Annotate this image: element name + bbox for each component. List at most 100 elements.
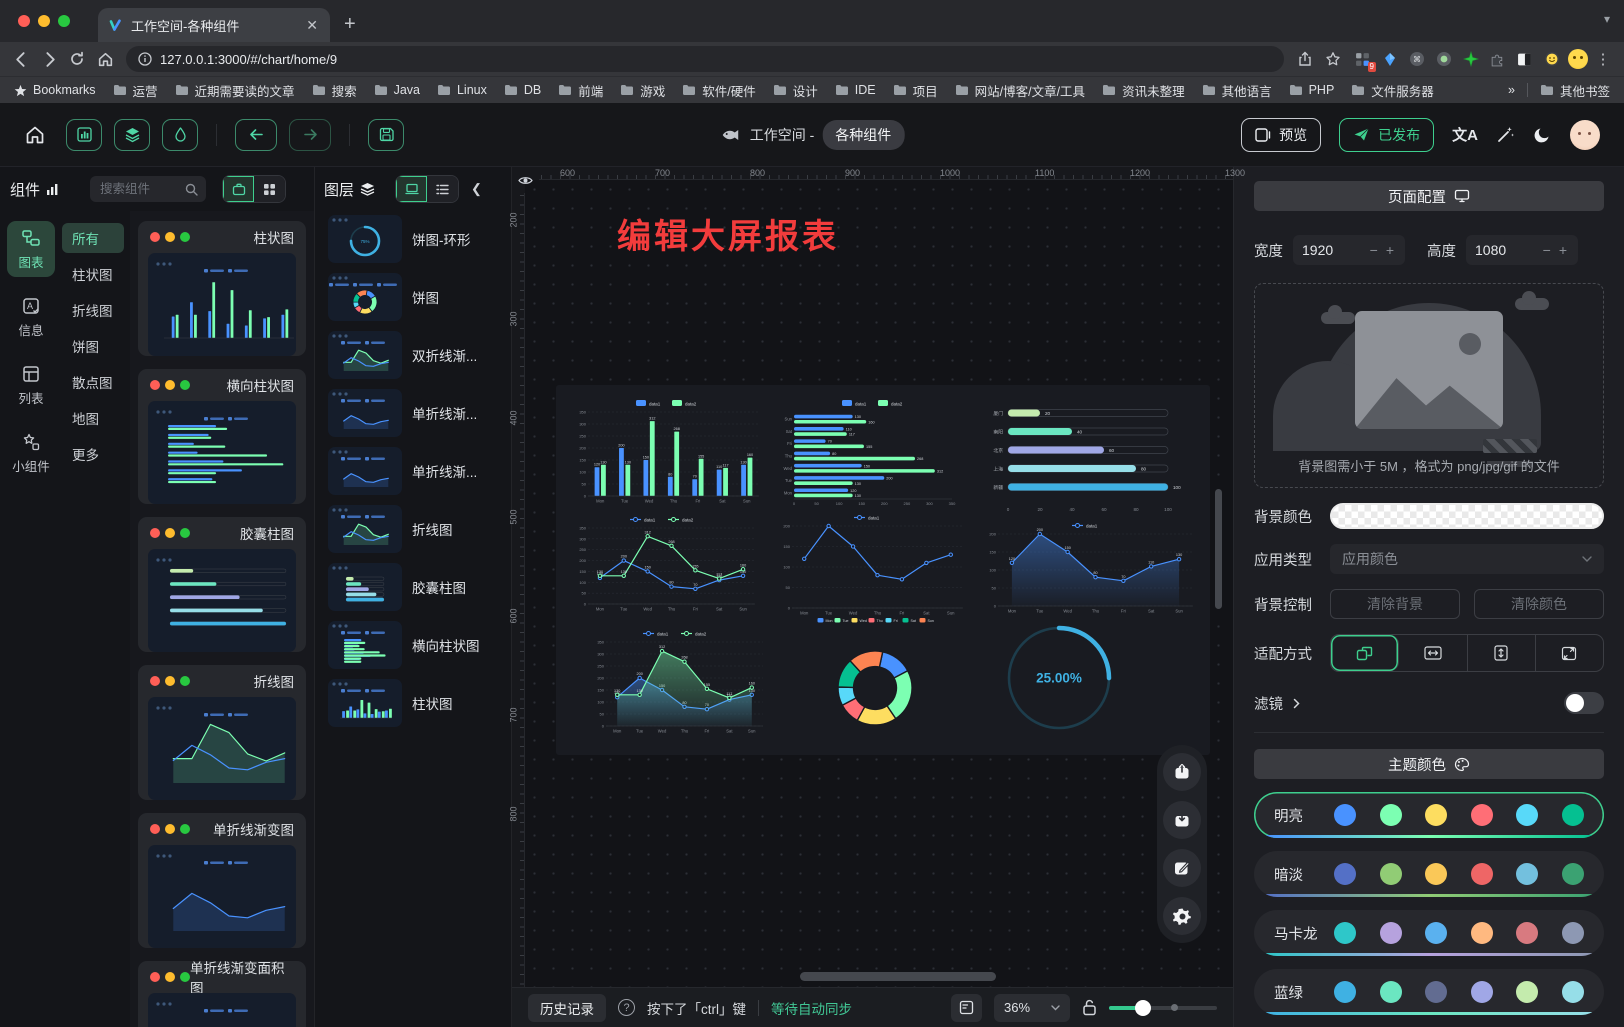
bg-color-swatch[interactable]	[1330, 503, 1604, 529]
toggle-layers-panel-button[interactable]	[114, 119, 150, 151]
extension-record-icon[interactable]	[1435, 51, 1452, 68]
fit-scale-option[interactable]	[1331, 635, 1399, 671]
extension-grid-icon[interactable]: 9	[1354, 51, 1371, 68]
bar-chart[interactable]: data1data2050100150200250300350120130Mon…	[570, 397, 762, 509]
app-home-icon[interactable]	[24, 124, 46, 146]
rail-item-list[interactable]: 列表	[7, 357, 55, 413]
rail-item-widget[interactable]: 小组件	[7, 425, 55, 481]
minimize-window-button[interactable]	[38, 15, 50, 27]
redo-button[interactable]	[289, 119, 331, 151]
theme-color-header[interactable]: 主题颜色	[1254, 749, 1604, 779]
thumbnail-view-toggle[interactable]	[396, 176, 427, 202]
rail-item-chart[interactable]: 图表	[7, 221, 55, 277]
double-line-chart[interactable]: data1data2050100150200250300350120200150…	[570, 513, 762, 617]
export-button[interactable]	[1163, 753, 1201, 791]
bookmark-folder[interactable]: 网站/博客/文章/工具	[955, 81, 1085, 100]
component-card[interactable]: 柱状图	[138, 221, 306, 356]
width-stepper[interactable]: 1920 − +	[1293, 235, 1405, 265]
theme-row-暗淡[interactable]: 暗淡	[1254, 851, 1604, 897]
import-button[interactable]	[1163, 801, 1201, 839]
bookmark-folder[interactable]: IDE	[835, 83, 876, 97]
layer-item[interactable]: 双折线渐...	[324, 327, 502, 383]
bookmark-folder[interactable]: Java	[374, 83, 420, 97]
extension-star-icon[interactable]	[1462, 51, 1479, 68]
increase-icon[interactable]: +	[1557, 242, 1569, 258]
extension-pin-icon[interactable]	[1381, 51, 1398, 68]
bookmark-folder[interactable]: 前端	[558, 81, 603, 100]
bookmark-folder[interactable]: 近期需要读的文章	[175, 81, 295, 100]
workspace-name-pill[interactable]: 各种组件	[822, 120, 904, 150]
search-input[interactable]	[98, 181, 179, 197]
progress-ring-chart[interactable]: 25.00%	[986, 611, 1132, 741]
settings-gear-icon[interactable]	[1163, 897, 1201, 935]
extension-panel-icon[interactable]	[1516, 51, 1533, 68]
maximize-window-button[interactable]	[58, 15, 70, 27]
background-upload-dropzone[interactable]: 背景图需小于 5M ，格式为 png/jpg/gif 的文件	[1254, 283, 1604, 488]
layer-item[interactable]: 75% 饼图-环形	[324, 211, 502, 267]
preview-button[interactable]: 预览	[1241, 118, 1321, 152]
bookmark-folder[interactable]: 文件服务器	[1351, 81, 1434, 100]
clear-color-button[interactable]: 清除颜色	[1474, 589, 1604, 619]
bookmark-folder[interactable]: 运营	[113, 81, 158, 100]
vertical-scrollbar[interactable]	[1215, 489, 1222, 609]
fit-stretch-option[interactable]	[1536, 635, 1603, 671]
horizontal-scrollbar[interactable]	[800, 972, 996, 981]
single-view-toggle[interactable]	[223, 176, 254, 202]
bookmarks-root[interactable]: Bookmarks	[14, 83, 96, 97]
page-config-header[interactable]: 页面配置	[1254, 181, 1604, 211]
height-stepper[interactable]: 1080 − +	[1466, 235, 1578, 265]
capsule-bar-chart[interactable]: 厦门20南阳40北京60上海80新疆100020406080100	[980, 399, 1200, 515]
bookmarks-overflow-chevron[interactable]: »	[1508, 83, 1515, 97]
decrease-icon[interactable]: −	[1368, 242, 1380, 258]
layer-item[interactable]: 单折线渐...	[324, 443, 502, 499]
layer-item[interactable]: 折线图	[324, 501, 502, 557]
close-window-button[interactable]	[18, 15, 30, 27]
bookmark-folder[interactable]: 搜索	[312, 81, 357, 100]
bookmark-folder[interactable]: 其他语言	[1202, 81, 1272, 100]
theme-row-明亮[interactable]: 明亮	[1254, 792, 1604, 838]
toggle-components-panel-button[interactable]	[66, 119, 102, 151]
browser-profile-avatar[interactable]	[1568, 49, 1588, 69]
collapse-layers-chevron-icon[interactable]: ❮	[471, 181, 482, 197]
fit-width-option[interactable]	[1399, 635, 1467, 671]
category-item[interactable]: 饼图	[62, 331, 124, 361]
bookmark-folder[interactable]: Linux	[437, 83, 487, 97]
tab-close-icon[interactable]: ✕	[304, 17, 320, 34]
share-icon[interactable]	[1292, 46, 1318, 72]
magic-wand-icon[interactable]	[1496, 125, 1515, 144]
component-card[interactable]: 单折线渐变面积图	[138, 961, 306, 1027]
canvas-workspace[interactable]: 6007008009001000110012001300 20030040050…	[512, 167, 1233, 1027]
filter-label[interactable]: 滤镜	[1254, 693, 1300, 714]
category-item[interactable]: 更多	[62, 439, 124, 469]
component-search-box[interactable]	[90, 176, 206, 202]
zoom-select[interactable]: 36%	[994, 994, 1070, 1022]
extension-smiley-icon[interactable]	[1543, 51, 1560, 68]
tab-search-chevron-icon[interactable]: ▾	[1604, 12, 1610, 26]
donut-pie-chart[interactable]: MonTueWedThuFriSatSun	[800, 613, 950, 747]
category-item[interactable]: 地图	[62, 403, 124, 433]
category-item[interactable]: 散点图	[62, 367, 124, 397]
lock-icon[interactable]	[1082, 999, 1097, 1016]
component-card[interactable]: 胶囊柱图	[138, 517, 306, 652]
component-card[interactable]: 折线图	[138, 665, 306, 800]
user-avatar[interactable]	[1570, 120, 1600, 150]
language-switch-icon[interactable]: 文A	[1452, 124, 1478, 145]
new-tab-button[interactable]: +	[344, 13, 356, 36]
clear-background-button[interactable]: 清除背景	[1330, 589, 1460, 619]
bookmark-folder[interactable]: 设计	[773, 81, 818, 100]
dashboard-preview[interactable]: data1data2050100150200250300350120130Mon…	[556, 385, 1210, 755]
history-button[interactable]: 历史记录	[528, 994, 606, 1022]
browser-tab[interactable]: 工作空间-各种组件 ✕	[98, 8, 330, 42]
dark-mode-moon-icon[interactable]	[1533, 125, 1552, 144]
grid-view-toggle[interactable]	[254, 176, 285, 202]
theme-row-蓝绿[interactable]: 蓝绿	[1254, 969, 1604, 1015]
category-item[interactable]: 柱状图	[62, 259, 124, 289]
single-line-chart[interactable]: data1050100150200MonTueWedThuFriSatSun	[774, 511, 970, 621]
bookmark-folder[interactable]: DB	[504, 83, 541, 97]
bookmark-star-icon[interactable]	[1320, 46, 1346, 72]
browser-back-icon[interactable]	[8, 46, 34, 72]
browser-forward-icon[interactable]	[36, 46, 62, 72]
bookmark-folder[interactable]: 项目	[893, 81, 938, 100]
bookmark-folder[interactable]: 游戏	[620, 81, 665, 100]
category-item[interactable]: 所有	[62, 223, 124, 253]
